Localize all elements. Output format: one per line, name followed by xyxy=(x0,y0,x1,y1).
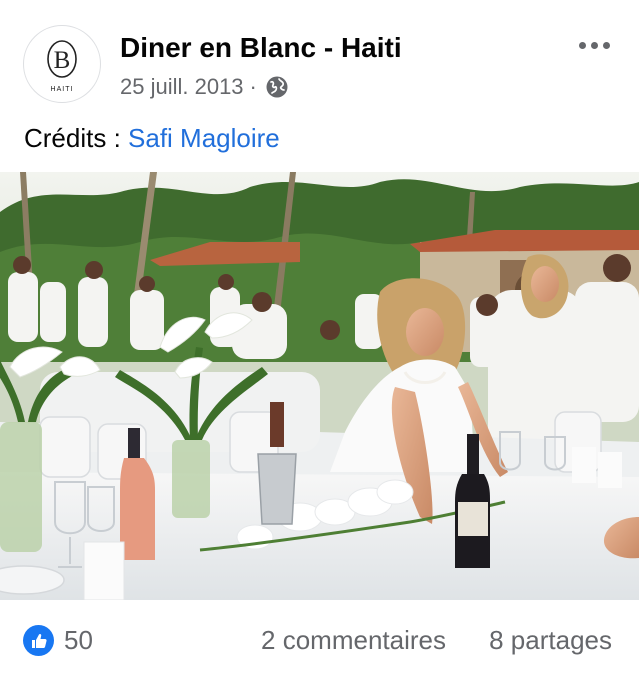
page-name[interactable]: Diner en Blanc - Haiti xyxy=(120,32,402,64)
avatar-subtitle: HAITI xyxy=(50,86,74,93)
like-icon[interactable] xyxy=(23,625,54,656)
post-header: B HAITI Diner en Blanc - Haiti 25 juill.… xyxy=(0,0,639,115)
post-caption: Crédits : Safi Magloire xyxy=(24,123,280,154)
photographer-link[interactable]: Safi Magloire xyxy=(128,123,280,153)
post-meta: 25 juill. 2013 · xyxy=(120,73,289,101)
svg-text:B: B xyxy=(54,47,71,74)
post-date[interactable]: 25 juill. 2013 xyxy=(120,74,244,100)
facebook-post: B HAITI Diner en Blanc - Haiti 25 juill.… xyxy=(0,0,639,681)
globe-icon xyxy=(265,75,289,99)
more-options-button[interactable] xyxy=(574,32,614,58)
more-options-icon xyxy=(578,41,586,49)
post-photo[interactable] xyxy=(0,172,639,600)
meta-separator: · xyxy=(249,74,257,99)
page-avatar[interactable]: B HAITI xyxy=(23,25,101,103)
dinner-party-photo xyxy=(0,172,639,600)
comments-count-link[interactable]: 2 commentaires xyxy=(261,625,446,656)
caption-prefix: Crédits : xyxy=(24,123,129,153)
reaction-count[interactable]: 50 xyxy=(64,625,93,656)
shares-count-link[interactable]: 8 partages xyxy=(489,625,612,656)
post-footer: 50 2 commentaires 8 partages xyxy=(0,600,639,681)
